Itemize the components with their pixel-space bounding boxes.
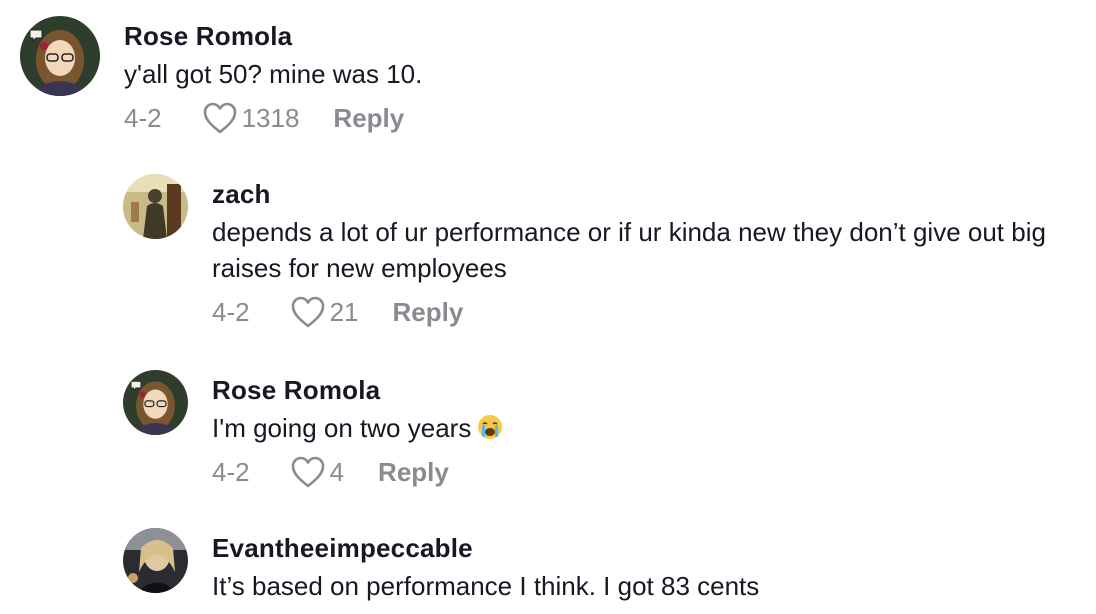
comment-date: 4-2: [212, 456, 250, 487]
comment-text: depends a lot of ur performance or if ur…: [212, 217, 1046, 283]
comment-username[interactable]: Evantheeimpeccable: [212, 532, 759, 564]
comment-meta: 4-2 4 Reply: [212, 452, 503, 492]
avatar-photo-icon: [123, 174, 188, 239]
reply-button[interactable]: Reply: [393, 297, 464, 328]
avatar[interactable]: [20, 16, 100, 96]
avatar-illustration-icon: [123, 370, 188, 435]
loudly-crying-face-icon: [478, 415, 503, 439]
like-count: 21: [329, 296, 359, 327]
avatar[interactable]: [123, 528, 188, 593]
avatar-photo-icon: [123, 528, 188, 593]
comment-date: 4-2: [212, 296, 250, 327]
like-button[interactable]: 1318: [202, 101, 300, 135]
avatar[interactable]: [123, 370, 188, 435]
heart-icon: [203, 102, 236, 134]
like-button[interactable]: 4: [290, 455, 344, 489]
like-count: 4: [329, 456, 345, 487]
comment-meta: 4-2 21 Reply: [212, 292, 1082, 332]
avatar-illustration-icon: [20, 16, 100, 96]
avatar[interactable]: [123, 174, 188, 239]
comment-username[interactable]: Rose Romola: [124, 20, 422, 52]
reply-button[interactable]: Reply: [378, 457, 449, 488]
comment-text: y'all got 50? mine was 10.: [124, 59, 423, 89]
like-count: 1318: [241, 102, 300, 133]
heart-icon: [291, 296, 324, 328]
comment-text: I'm going on two years: [212, 410, 503, 446]
comment-username[interactable]: Rose Romola: [212, 374, 503, 406]
reply-button[interactable]: Reply: [333, 103, 404, 134]
comment-username[interactable]: zach: [212, 178, 1082, 210]
comment-date: 4-2: [124, 102, 162, 133]
like-button[interactable]: 21: [290, 295, 359, 329]
comment-text: It’s based on performance I think. I got…: [212, 571, 760, 601]
comment-text-content: I'm going on two years: [212, 413, 472, 443]
comment-meta: 4-2 1318 Reply: [124, 98, 422, 138]
heart-icon: [291, 456, 324, 488]
